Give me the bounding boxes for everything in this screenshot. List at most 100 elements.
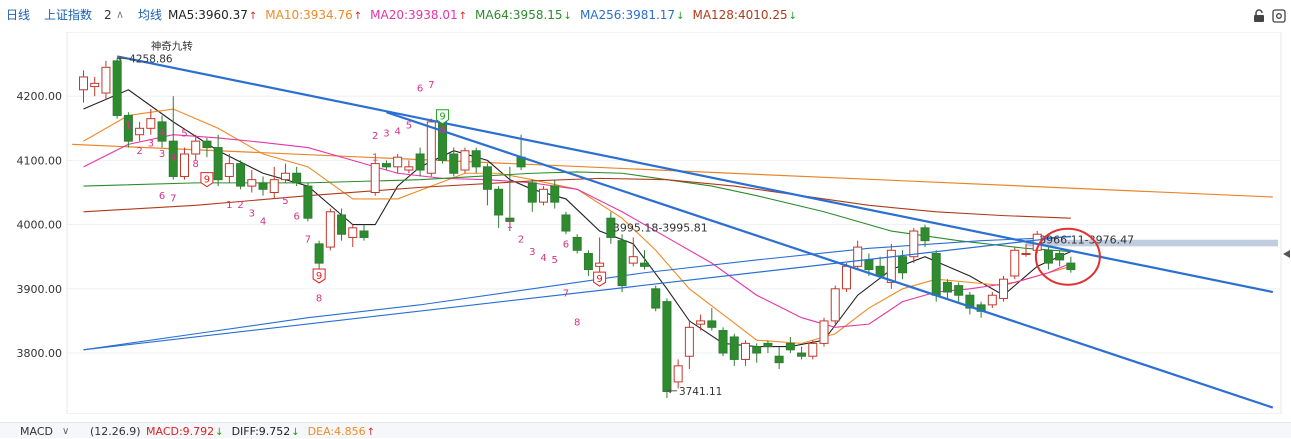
candle xyxy=(393,156,403,168)
candle xyxy=(348,227,358,238)
candle xyxy=(202,140,212,149)
td-sequence-number: 3 xyxy=(159,149,165,160)
candle xyxy=(898,256,908,274)
period-selector[interactable]: 日线 xyxy=(6,8,30,22)
td-sequence-number: 5 xyxy=(282,196,288,207)
arrow-down-icon: ↓ xyxy=(215,427,224,438)
candle xyxy=(830,288,840,322)
candle xyxy=(875,265,885,277)
td-sequence-number: 3 xyxy=(529,247,535,258)
candle xyxy=(370,163,380,194)
ma-legend-item-4: MA256:3981.17↓ xyxy=(579,8,685,22)
nine-badge-label: 9 xyxy=(439,112,445,123)
candle xyxy=(1021,252,1031,255)
td-sequence-number: 4 xyxy=(540,253,546,264)
td-sequence-number: 4 xyxy=(394,127,400,138)
candle xyxy=(785,342,795,351)
candle xyxy=(213,147,223,181)
candle xyxy=(684,326,694,357)
ma-legend-item-5: MA128:4010.25↓ xyxy=(692,8,797,22)
candle xyxy=(942,281,952,293)
candle xyxy=(909,230,919,258)
arrow-down-icon: ↓ xyxy=(291,427,300,438)
candle xyxy=(841,265,851,290)
td-sequence-number: 7 xyxy=(170,193,176,204)
candle xyxy=(482,166,492,190)
candle xyxy=(853,246,863,267)
ma-legend-item-3: MA64:3958.15↓ xyxy=(475,8,572,22)
macd-params: (12.26.9) xyxy=(90,425,141,438)
ma-legend-item-1: MA10:3934.76↑ xyxy=(265,8,363,22)
y-tick-label: 4000.00 xyxy=(17,219,63,232)
td-sequence-number: 1 xyxy=(507,220,513,231)
candle xyxy=(381,163,391,168)
collapse-chevron-icon[interactable]: ∧ xyxy=(116,8,124,22)
td-sequence-number: 8 xyxy=(316,294,322,305)
y-tick-label: 3900.00 xyxy=(17,283,63,296)
index-name[interactable]: 上证指数 xyxy=(44,8,92,22)
td-sequence-number: 6 xyxy=(293,211,299,222)
candle xyxy=(292,172,302,184)
candle xyxy=(707,320,717,328)
candle xyxy=(819,320,829,344)
candle xyxy=(561,214,571,232)
td-sequence-number: 8 xyxy=(193,159,199,170)
candle xyxy=(415,153,425,171)
td-sequence-number: 8 xyxy=(574,317,580,328)
candle xyxy=(617,240,627,287)
lock-icon[interactable] xyxy=(1252,8,1266,22)
arrow-down-icon: ↓ xyxy=(676,11,685,22)
candle xyxy=(527,182,537,203)
settings-icon[interactable] xyxy=(1272,8,1286,23)
ma-selector[interactable]: 均线 xyxy=(138,8,162,22)
candle xyxy=(797,352,807,357)
candle xyxy=(359,230,369,238)
candle xyxy=(191,140,201,155)
arrow-up-icon: ↑ xyxy=(458,11,468,22)
candle xyxy=(640,262,649,267)
price-annotation: 3741.11 xyxy=(679,386,722,398)
candle xyxy=(752,346,762,354)
nine-badge-label: 9 xyxy=(316,271,322,282)
td-sequence-number: 4 xyxy=(260,217,266,228)
td-sequence-number: 6 xyxy=(159,191,165,202)
candle xyxy=(696,320,706,325)
td-sequence-number: 2 xyxy=(372,131,378,142)
macd-header: MACD ∨ (12.26.9) MACD:9.792↓ DIFF:9.752↓ D… xyxy=(0,422,1291,438)
candle xyxy=(426,121,436,174)
candle xyxy=(718,330,728,354)
candle xyxy=(269,179,279,194)
pattern-label: 神奇九转 xyxy=(151,39,193,52)
candle xyxy=(999,278,1009,299)
candle xyxy=(651,288,661,309)
candle xyxy=(539,188,549,203)
candle xyxy=(1010,249,1020,277)
candle xyxy=(931,252,941,296)
chevron-down-icon[interactable]: ∨ xyxy=(62,426,69,438)
current-price-pointer xyxy=(1283,250,1290,258)
candle xyxy=(112,60,122,116)
candle xyxy=(550,185,560,203)
candle xyxy=(595,262,605,267)
candle xyxy=(471,150,481,168)
indicator-selector[interactable]: MACD xyxy=(20,426,53,438)
y-tick-label: 4100.00 xyxy=(17,154,63,167)
candle xyxy=(808,342,818,357)
arrow-up-icon: ↑ xyxy=(366,427,376,438)
candle xyxy=(628,256,638,264)
candle xyxy=(79,76,88,91)
candle xyxy=(864,259,874,271)
td-sequence-number: 5 xyxy=(406,120,412,131)
range-annotation: 3995.18-3995.81 xyxy=(613,221,708,234)
td-sequence-number: 4 xyxy=(159,128,165,139)
macd-legend-item-2: DEA:4.856↑ xyxy=(307,425,376,439)
candle xyxy=(763,342,773,348)
candle xyxy=(404,166,414,171)
index-sub-count: 2 xyxy=(104,8,112,22)
td-sequence-number: 8 xyxy=(439,125,445,136)
candle xyxy=(954,285,964,296)
candle xyxy=(572,236,582,251)
td-sequence-number: 3 xyxy=(148,138,154,149)
kline-chart[interactable]: 4200.00 4100.00 4000.00 3900.00 3800.00 1 2 3 4 3… xyxy=(0,31,1291,415)
td-sequence-number: 1 xyxy=(125,120,131,131)
